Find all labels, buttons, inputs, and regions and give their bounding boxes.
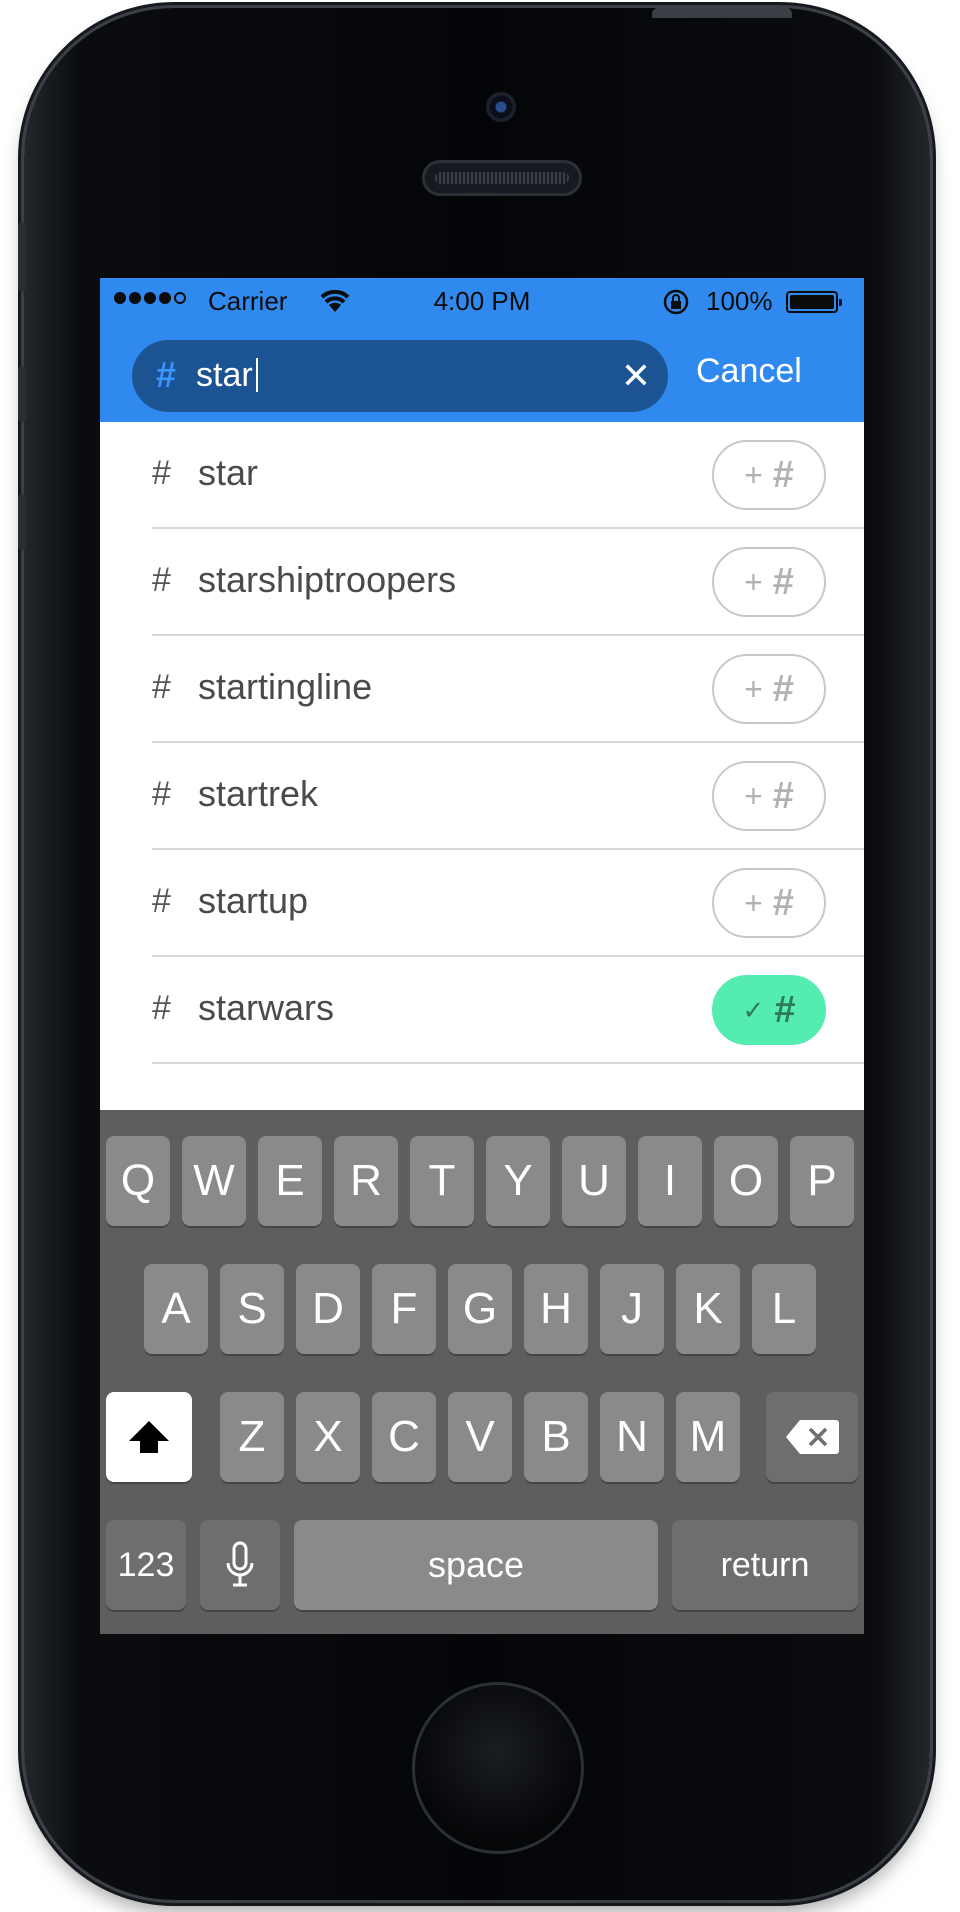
clear-search-icon[interactable]: ✕ [618, 358, 654, 394]
key-j[interactable]: J [600, 1264, 664, 1354]
key-e[interactable]: E [258, 1136, 322, 1226]
add-hashtag-button[interactable]: + # [712, 761, 826, 831]
key-d[interactable]: D [296, 1264, 360, 1354]
list-item[interactable]: # starwars ✓ # [152, 957, 864, 1064]
hashtag-label: starshiptroopers [198, 559, 457, 600]
list-item[interactable]: # startup + # [152, 850, 864, 957]
status-bar: Carrier 4:00 PM 100% [100, 278, 864, 330]
key-w[interactable]: W [182, 1136, 246, 1226]
add-hashtag-button[interactable]: + # [712, 868, 826, 938]
selected-hashtag-button[interactable]: ✓ # [712, 975, 826, 1045]
key-h[interactable]: H [524, 1264, 588, 1354]
key-t[interactable]: T [410, 1136, 474, 1226]
backspace-icon [786, 1420, 839, 1454]
key-l[interactable]: L [752, 1264, 816, 1354]
hashtag-icon: # [772, 881, 794, 924]
dictation-key[interactable] [200, 1520, 280, 1610]
hashtag-label: startup [198, 880, 309, 921]
hashtag-icon: # [772, 453, 794, 496]
hashtag-results-list: # star + # # starshiptroopers + # # star… [100, 422, 864, 1110]
key-p[interactable]: P [790, 1136, 854, 1226]
return-key[interactable]: return [672, 1520, 858, 1610]
hashtag-label: star [198, 452, 259, 493]
power-button [652, 8, 792, 18]
hashtag-label: startrek [198, 773, 319, 814]
list-item[interactable]: # startrek + # [152, 743, 864, 850]
key-q[interactable]: Q [106, 1136, 170, 1226]
key-c[interactable]: C [372, 1392, 436, 1482]
volume-down-button [18, 494, 26, 550]
hashtag-icon: # [156, 354, 177, 395]
earpiece-speaker [422, 160, 582, 196]
add-hashtag-button[interactable]: + # [712, 654, 826, 724]
hashtag-icon: # [772, 774, 794, 817]
plus-icon: + [744, 563, 763, 600]
hashtag-icon: # [152, 775, 171, 813]
hashtag-icon: # [774, 988, 796, 1031]
key-u[interactable]: U [562, 1136, 626, 1226]
plus-icon: + [744, 456, 763, 493]
key-i[interactable]: I [638, 1136, 702, 1226]
plus-icon: + [744, 670, 763, 707]
key-b[interactable]: B [524, 1392, 588, 1482]
shift-key[interactable] [106, 1392, 192, 1482]
hashtag-label: starwars [198, 987, 335, 1028]
key-a[interactable]: A [144, 1264, 208, 1354]
add-hashtag-button[interactable]: + # [712, 547, 826, 617]
backspace-key[interactable] [766, 1392, 858, 1482]
check-icon: ✓ [742, 994, 765, 1025]
key-o[interactable]: O [714, 1136, 778, 1226]
cancel-button[interactable]: Cancel [696, 352, 802, 391]
hashtag-icon: # [152, 668, 171, 706]
hashtag-icon: # [152, 989, 171, 1027]
search-input-value[interactable]: star [196, 356, 258, 395]
microphone-icon [226, 1541, 254, 1587]
key-z[interactable]: Z [220, 1392, 284, 1482]
hashtag-label: startingline [198, 666, 373, 707]
key-s[interactable]: S [220, 1264, 284, 1354]
key-v[interactable]: V [448, 1392, 512, 1482]
mute-switch [18, 222, 26, 292]
key-f[interactable]: F [372, 1264, 436, 1354]
plus-icon: + [744, 884, 763, 921]
list-item[interactable]: # starshiptroopers + # [152, 529, 864, 636]
list-item[interactable]: # startingline + # [152, 636, 864, 743]
hashtag-icon: # [152, 561, 171, 599]
hashtag-icon: # [772, 667, 794, 710]
shift-arrow-icon [129, 1421, 169, 1453]
hashtag-icon: # [152, 454, 171, 492]
home-button[interactable] [412, 1682, 584, 1854]
key-m[interactable]: M [676, 1392, 740, 1482]
add-hashtag-button[interactable]: + # [712, 440, 826, 510]
battery-icon [786, 291, 842, 313]
search-bar: # star ✕ Cancel [100, 330, 864, 422]
key-n[interactable]: N [600, 1392, 664, 1482]
space-key[interactable]: space [294, 1520, 658, 1610]
battery-percentage: 100% [706, 286, 773, 316]
key-k[interactable]: K [676, 1264, 740, 1354]
key-x[interactable]: X [296, 1392, 360, 1482]
numbers-key[interactable]: 123 [106, 1520, 186, 1610]
front-camera [486, 92, 516, 122]
hashtag-icon: # [152, 882, 171, 920]
list-item[interactable]: # star + # [152, 422, 864, 529]
keyboard: Q W E R T Y U I O P A S D F G H J K L Z … [100, 1110, 864, 1634]
rotation-lock-icon [663, 289, 689, 315]
volume-up-button [18, 366, 26, 422]
key-g[interactable]: G [448, 1264, 512, 1354]
hashtag-icon: # [772, 560, 794, 603]
screen: Carrier 4:00 PM 100% # star ✕ Cancel # s… [100, 278, 864, 1634]
key-y[interactable]: Y [486, 1136, 550, 1226]
hashtag-search-input[interactable]: # star ✕ [132, 340, 668, 412]
key-r[interactable]: R [334, 1136, 398, 1226]
plus-icon: + [744, 777, 763, 814]
